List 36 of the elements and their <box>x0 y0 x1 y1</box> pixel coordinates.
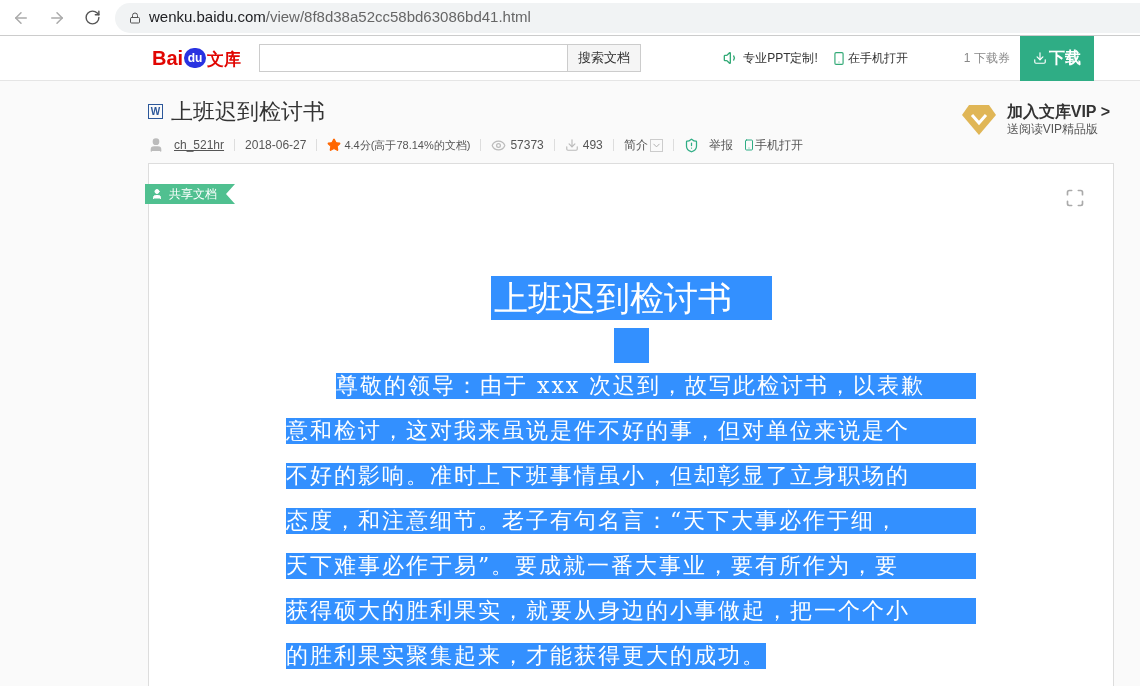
rating-text: 4.4分(高于78.14%的文档) <box>344 137 471 153</box>
star-icon <box>327 138 342 152</box>
search-button[interactable]: 搜索文档 <box>568 44 642 72</box>
eye-icon <box>491 137 507 153</box>
vip-link[interactable]: 加入文库VIP > <box>1006 101 1110 122</box>
user-icon <box>151 188 163 200</box>
author-link[interactable]: ch_521hr <box>174 136 225 154</box>
intro-dropdown[interactable]: 简介 <box>623 136 663 154</box>
coupon-count: 1 下载券 <box>963 50 1010 67</box>
url-text: wenku.baidu.com/view/8f8d38a52cc58bd63086bd41.html <box>149 7 531 28</box>
open-on-phone-link[interactable]: 在手机打开 <box>847 49 908 67</box>
report-link[interactable]: 举报 <box>708 136 733 154</box>
phone-icon <box>742 138 755 152</box>
baidu-logo[interactable]: Bai du 文库 <box>152 48 242 68</box>
vip-subtitle: 送阅读VIP精品版 <box>1006 121 1100 137</box>
ppt-link[interactable]: 专业PPT定制! <box>743 49 818 67</box>
shared-doc-tag: 共享文档 <box>145 184 235 204</box>
lock-icon <box>129 11 141 24</box>
view-count: 57373 <box>510 137 544 154</box>
document-title: 上班迟到检讨书 <box>171 98 325 126</box>
phone-icon <box>831 50 846 66</box>
document-heading: 上班迟到检讨书 <box>490 276 772 320</box>
word-file-icon: W <box>148 104 163 119</box>
download-count: 493 <box>582 137 603 154</box>
shield-icon <box>683 137 699 153</box>
download-icon <box>1032 51 1047 65</box>
fullscreen-icon[interactable] <box>1065 188 1085 208</box>
upload-date: 2018-06-27 <box>245 137 307 154</box>
chevron-icon <box>649 138 663 152</box>
address-bar[interactable]: wenku.baidu.com/view/8f8d38a52cc58bd63086bd41.html <box>115 2 1140 33</box>
search-field[interactable] <box>259 44 569 72</box>
download-count-icon <box>564 138 579 152</box>
reload-icon[interactable] <box>84 9 101 26</box>
empty-paragraph-mark <box>613 328 649 363</box>
mobile-open-link[interactable]: 手机打开 <box>742 136 803 154</box>
user-icon <box>148 137 164 153</box>
